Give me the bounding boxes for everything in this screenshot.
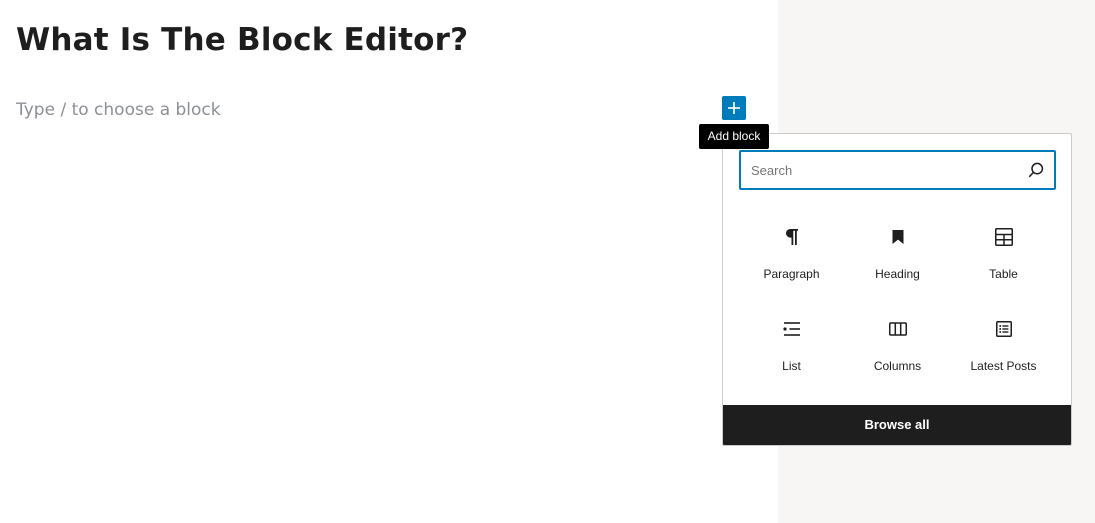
- columns-icon: [887, 318, 909, 340]
- block-heading[interactable]: Heading: [845, 210, 950, 286]
- search-input[interactable]: [741, 152, 1011, 188]
- quick-inserter-popover: Paragraph Heading Table: [722, 133, 1072, 446]
- paragraph-icon: [781, 226, 803, 248]
- block-label: List: [782, 359, 801, 373]
- block-label: Paragraph: [763, 267, 820, 281]
- block-label: Table: [989, 267, 1018, 281]
- block-latest-posts[interactable]: Latest Posts: [951, 302, 1056, 378]
- block-table[interactable]: Table: [951, 210, 1056, 286]
- post-list-icon: [993, 318, 1015, 340]
- add-block-tooltip: Add block: [699, 124, 769, 149]
- add-block-button[interactable]: [722, 96, 746, 120]
- search-icon: [1028, 162, 1044, 178]
- plus-icon: [728, 102, 740, 114]
- post-title[interactable]: What Is The Block Editor?: [16, 18, 468, 62]
- editor-canvas: What Is The Block Editor? Type / to choo…: [0, 0, 778, 523]
- block-columns[interactable]: Columns: [845, 302, 950, 378]
- browse-all-button[interactable]: Browse all: [723, 405, 1071, 445]
- block-paragraph[interactable]: Paragraph: [739, 210, 844, 286]
- bookmark-icon: [887, 226, 909, 248]
- block-label: Heading: [875, 267, 920, 281]
- search-field: [739, 150, 1056, 190]
- block-label: Columns: [873, 359, 922, 373]
- block-label: Latest Posts: [970, 359, 1037, 373]
- list-icon: [781, 318, 803, 340]
- block-placeholder[interactable]: Type / to choose a block: [16, 98, 221, 122]
- block-list[interactable]: List: [739, 302, 844, 378]
- table-icon: [993, 226, 1015, 248]
